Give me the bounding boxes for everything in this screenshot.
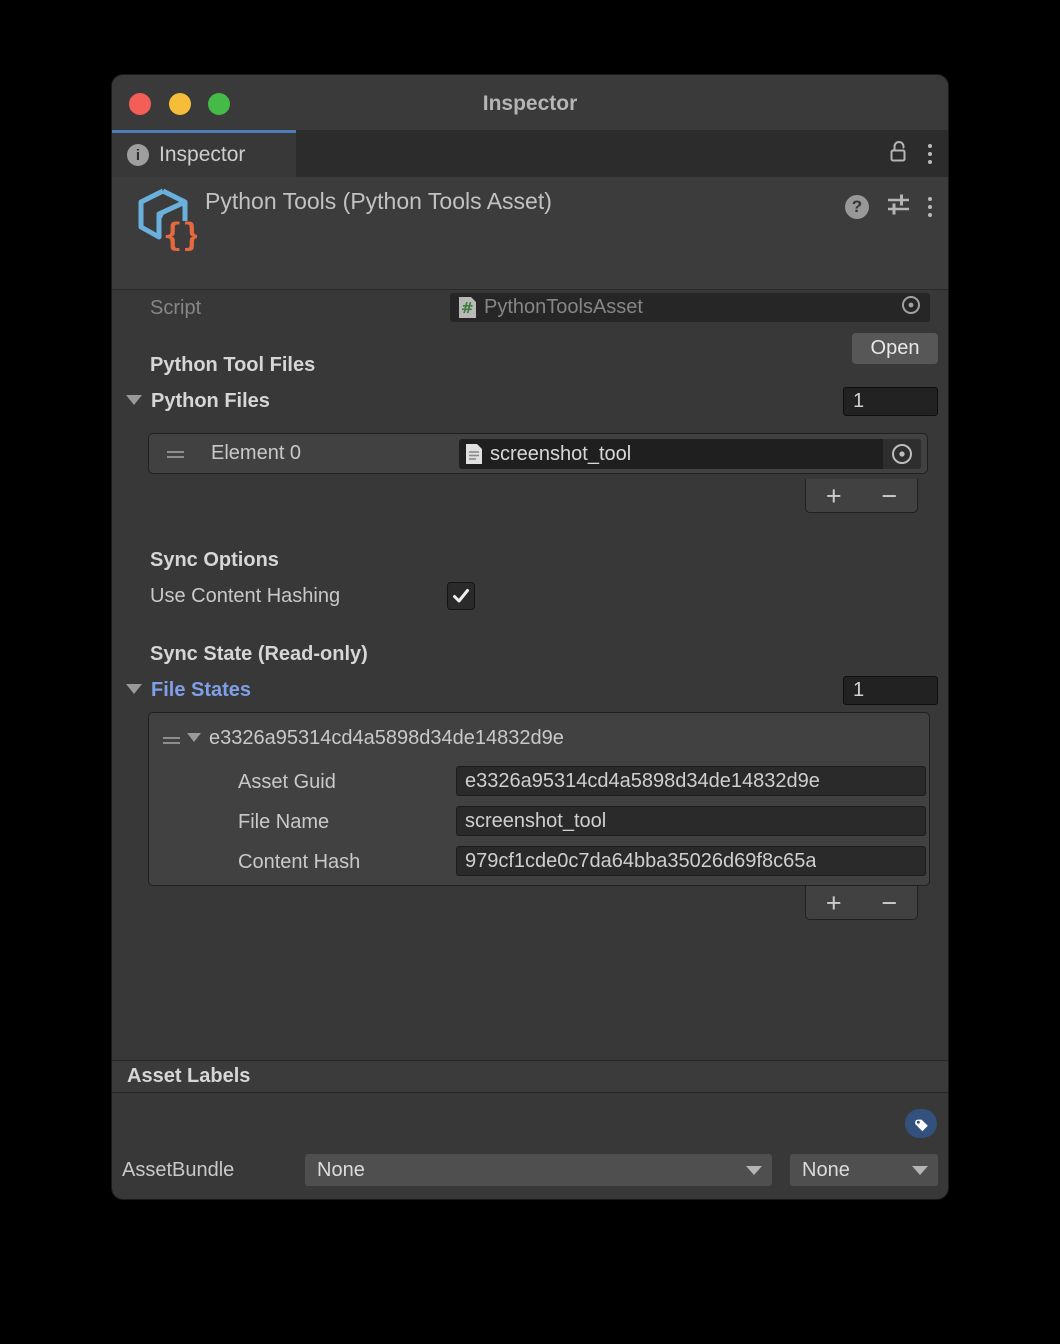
unlock-icon[interactable]: [886, 139, 910, 168]
desktop-background: Inspector i Inspector: [0, 0, 1060, 1344]
asset-label-tag-button[interactable]: [905, 1109, 937, 1138]
window-title: Inspector: [112, 75, 948, 130]
assetbundle-value: None: [317, 1159, 365, 1182]
presets-icon[interactable]: [885, 191, 912, 222]
tab-inspector[interactable]: i Inspector: [112, 130, 296, 177]
file-states-list: e3326a95314cd4a5898d34de14832d9e Asset G…: [148, 712, 930, 886]
help-icon[interactable]: ?: [845, 195, 869, 219]
file-states-count-field[interactable]: 1: [843, 676, 938, 705]
add-file-state-button[interactable]: +: [806, 888, 862, 918]
object-picker-icon[interactable]: [883, 439, 921, 469]
sync-options-heading: Sync Options: [150, 549, 279, 572]
svg-text:{}: {}: [163, 216, 197, 251]
script-label: Script: [150, 297, 201, 320]
assetbundle-dropdown[interactable]: None: [305, 1154, 772, 1186]
entry-header[interactable]: e3326a95314cd4a5898d34de14832d9e: [209, 727, 564, 750]
info-icon: i: [127, 144, 149, 166]
content-hash-value: 979cf1cde0c7da64bba35026d69f8c65a: [465, 850, 816, 873]
list-footer: + −: [805, 479, 918, 513]
drag-handle-icon[interactable]: [167, 448, 184, 461]
drag-handle-icon[interactable]: [163, 734, 180, 747]
element-label: Element 0: [211, 442, 301, 465]
use-content-hashing-checkbox[interactable]: [447, 582, 475, 610]
text-asset-icon: [465, 443, 483, 465]
script-value: PythonToolsAsset: [484, 296, 643, 319]
remove-element-button[interactable]: −: [862, 481, 918, 511]
header-menu-icon[interactable]: [928, 197, 932, 217]
svg-text:#: #: [461, 299, 474, 317]
asset-title: Python Tools (Python Tools Asset): [205, 188, 552, 215]
tab-strip: i Inspector: [112, 130, 948, 177]
assetbundle-variant-dropdown[interactable]: None: [790, 1154, 938, 1186]
use-content-hashing-label: Use Content Hashing: [150, 585, 340, 608]
file-states-foldout-label[interactable]: File States: [151, 679, 251, 702]
python-files-foldout-icon[interactable]: [126, 395, 142, 405]
script-object-field[interactable]: # PythonToolsAsset: [450, 293, 930, 322]
chevron-down-icon: [912, 1166, 928, 1175]
inspector-header: {} Python Tools (Python Tools Asset) ? O…: [112, 177, 948, 290]
checkmark-icon: [451, 586, 471, 606]
assetbundle-label: AssetBundle: [122, 1159, 234, 1182]
asset-labels-header[interactable]: Asset Labels: [112, 1060, 948, 1093]
file-name-field[interactable]: screenshot_tool: [456, 806, 926, 836]
asset-labels-heading: Asset Labels: [127, 1065, 250, 1088]
asset-guid-field[interactable]: e3326a95314cd4a5898d34de14832d9e: [456, 766, 926, 796]
list-item: Element 0 screenshot_tool: [149, 434, 927, 473]
chevron-down-icon: [746, 1166, 762, 1175]
element-object-field[interactable]: screenshot_tool: [459, 439, 921, 469]
file-states-footer: + −: [805, 886, 918, 920]
remove-file-state-button[interactable]: −: [862, 888, 918, 918]
add-element-button[interactable]: +: [806, 481, 862, 511]
tag-icon: [911, 1114, 931, 1134]
python-files-list: Element 0 screenshot_tool: [148, 433, 928, 474]
asset-guid-value: e3326a95314cd4a5898d34de14832d9e: [465, 770, 820, 793]
file-states-foldout-icon[interactable]: [126, 684, 142, 694]
asset-guid-label: Asset Guid: [238, 771, 336, 794]
window-titlebar[interactable]: Inspector: [112, 75, 948, 130]
content-hash-label: Content Hash: [238, 851, 360, 874]
file-name-label: File Name: [238, 811, 329, 834]
open-button[interactable]: Open: [852, 333, 938, 364]
python-tool-files-heading: Python Tool Files: [150, 354, 315, 377]
file-state-entry: e3326a95314cd4a5898d34de14832d9e Asset G…: [149, 713, 929, 885]
inspector-window: Inspector i Inspector: [112, 75, 948, 1199]
csharp-script-icon: #: [458, 296, 477, 319]
sync-state-heading: Sync State (Read-only): [150, 643, 368, 666]
tab-label: Inspector: [159, 143, 245, 167]
python-asset-icon: {}: [133, 187, 197, 251]
content-hash-field[interactable]: 979cf1cde0c7da64bba35026d69f8c65a: [456, 846, 926, 876]
python-files-foldout-label[interactable]: Python Files: [151, 390, 270, 413]
object-picker-icon[interactable]: [900, 294, 922, 322]
file-name-value: screenshot_tool: [465, 810, 606, 833]
element-value: screenshot_tool: [490, 443, 631, 466]
entry-foldout-icon[interactable]: [187, 733, 201, 742]
assetbundle-variant-value: None: [802, 1159, 850, 1182]
tab-menu-icon[interactable]: [928, 144, 932, 164]
python-files-count-field[interactable]: 1: [843, 387, 938, 416]
